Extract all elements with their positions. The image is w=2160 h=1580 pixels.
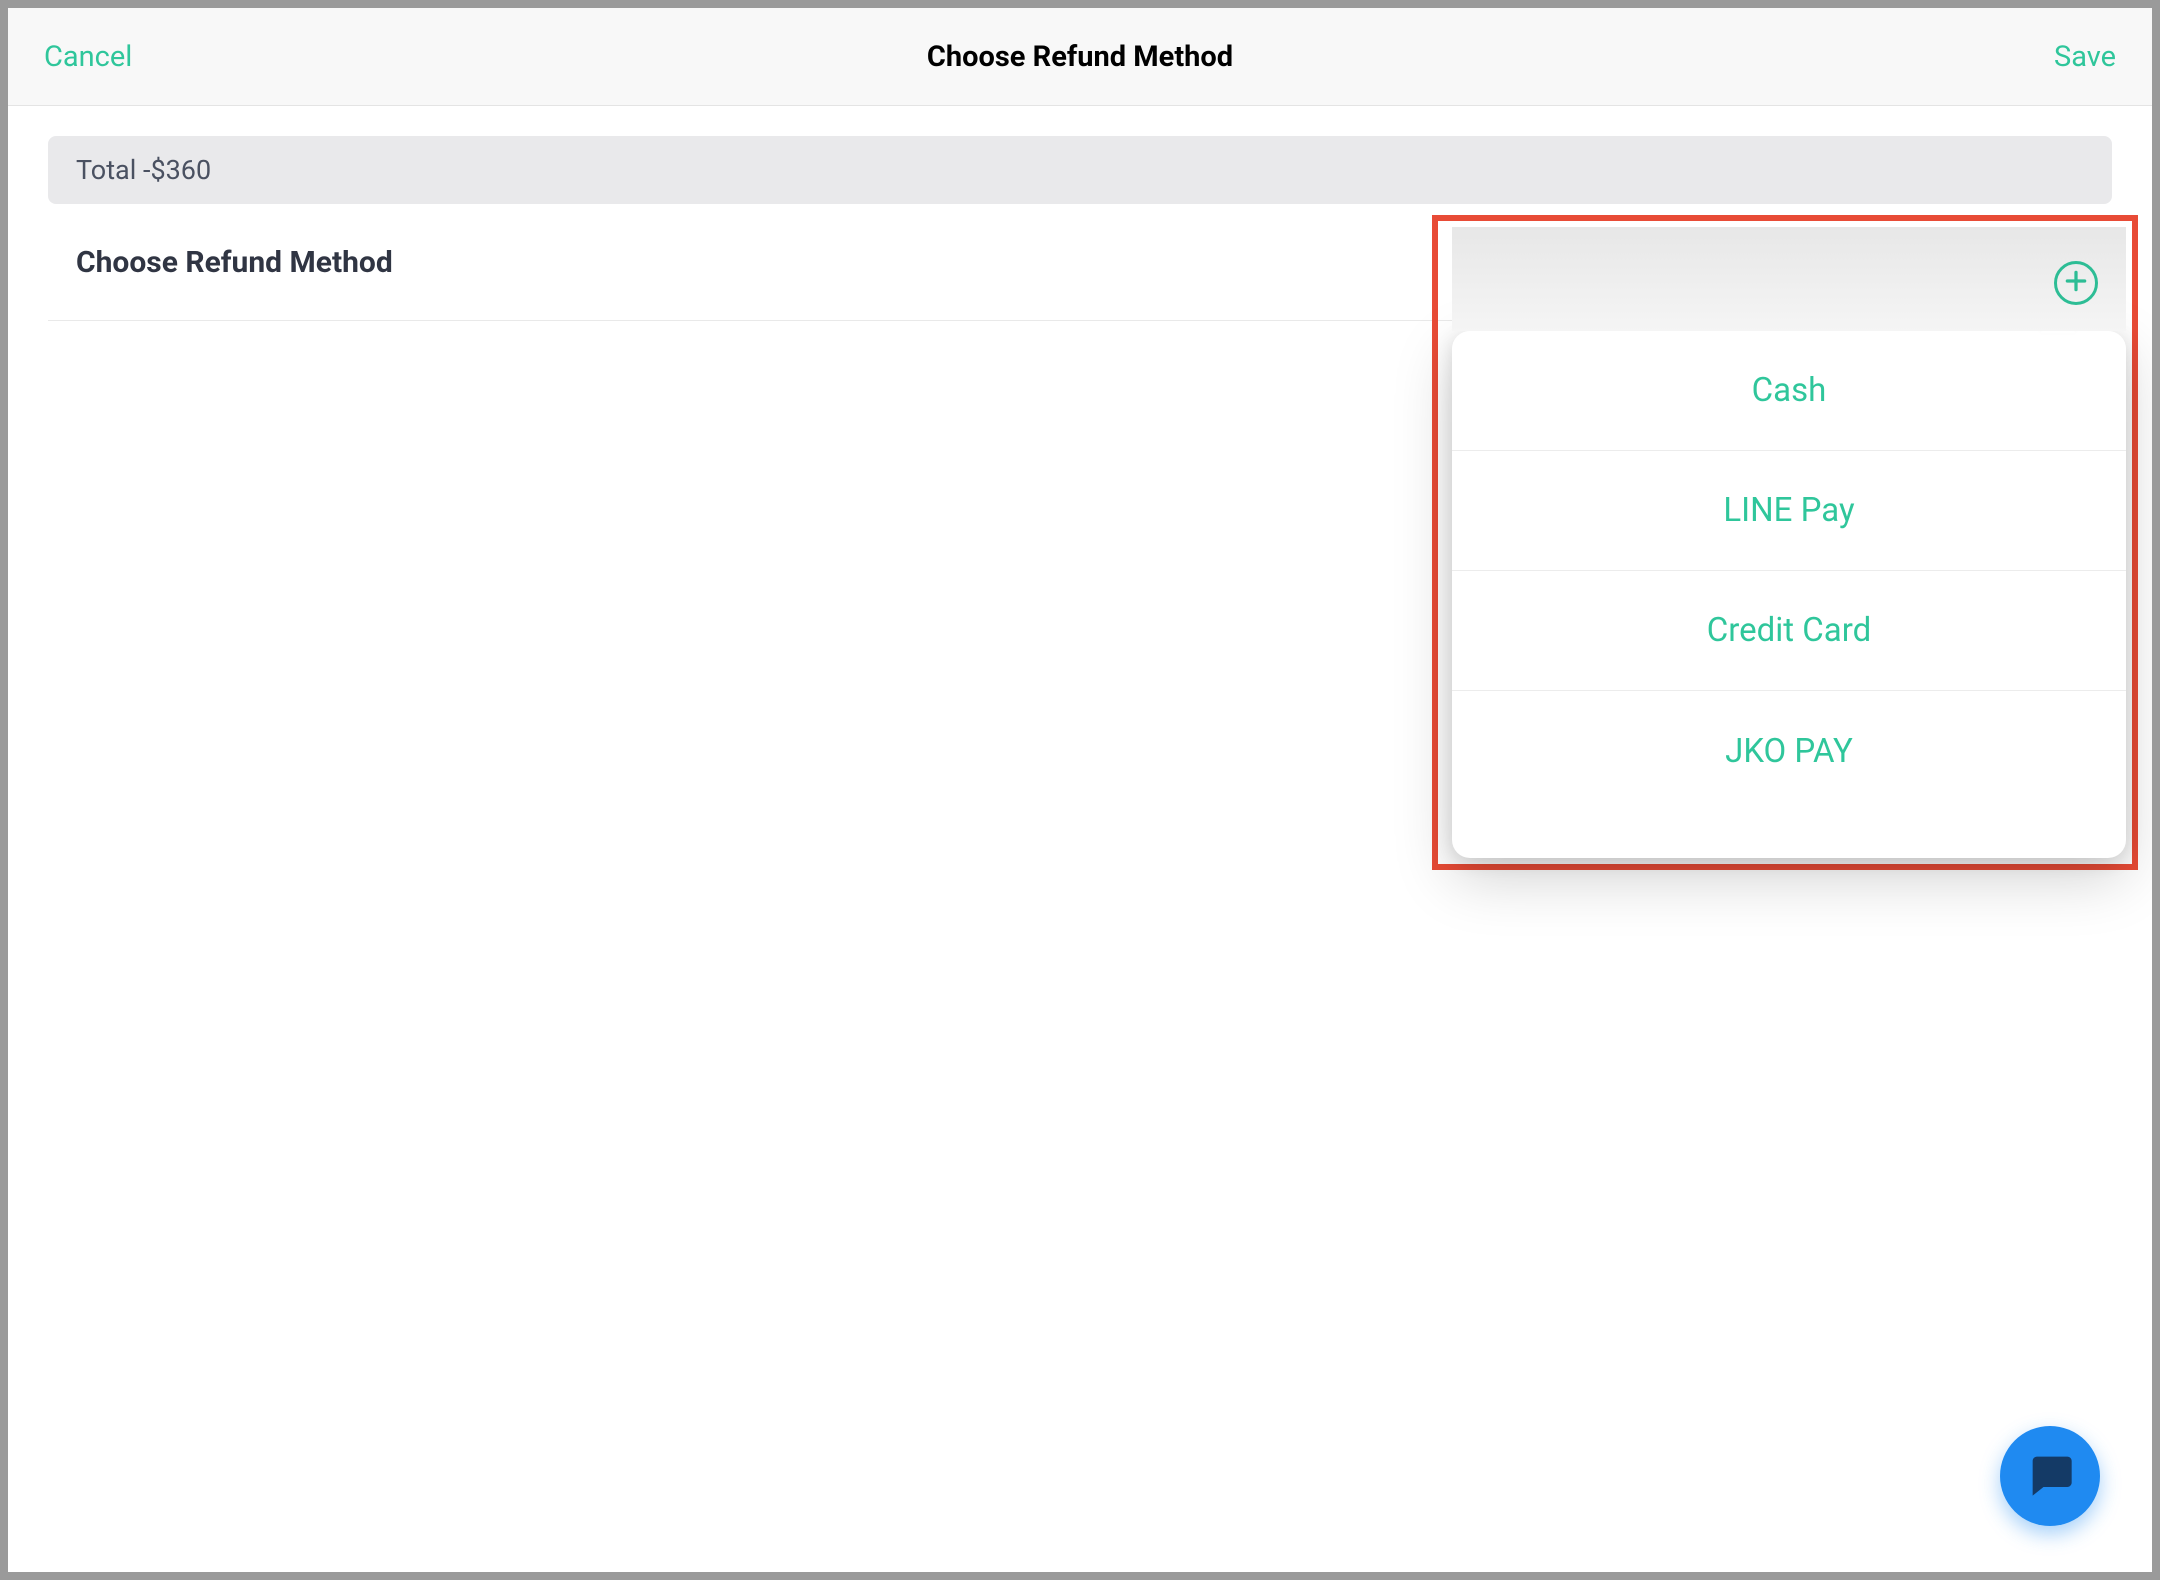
refund-option-line-pay[interactable]: LINE Pay [1452,451,2126,571]
add-refund-method-button[interactable] [2054,261,2098,305]
total-text: Total -$360 [76,154,211,186]
plus-icon [2063,268,2089,298]
save-button[interactable]: Save [2054,40,2116,74]
popover-gradient [1452,227,2126,331]
total-bar: Total -$360 [48,136,2112,204]
chat-icon [2024,1448,2076,1504]
cancel-button[interactable]: Cancel [44,40,132,74]
refund-option-jko-pay[interactable]: JKO PAY [1452,691,2126,811]
popover-arrow-icon [2040,331,2076,333]
page-title: Choose Refund Method [927,40,1233,74]
chat-support-button[interactable] [2000,1426,2100,1526]
section-title: Choose Refund Method [76,245,393,280]
app-frame: Cancel Choose Refund Method Save Total -… [8,8,2152,1572]
refund-method-popover: Cash LINE Pay Credit Card JKO PAY [1452,331,2126,858]
refund-option-credit-card[interactable]: Credit Card [1452,571,2126,691]
refund-option-cash[interactable]: Cash [1452,331,2126,451]
highlight-box: Cash LINE Pay Credit Card JKO PAY [1432,215,2138,870]
header-bar: Cancel Choose Refund Method Save [8,8,2152,106]
